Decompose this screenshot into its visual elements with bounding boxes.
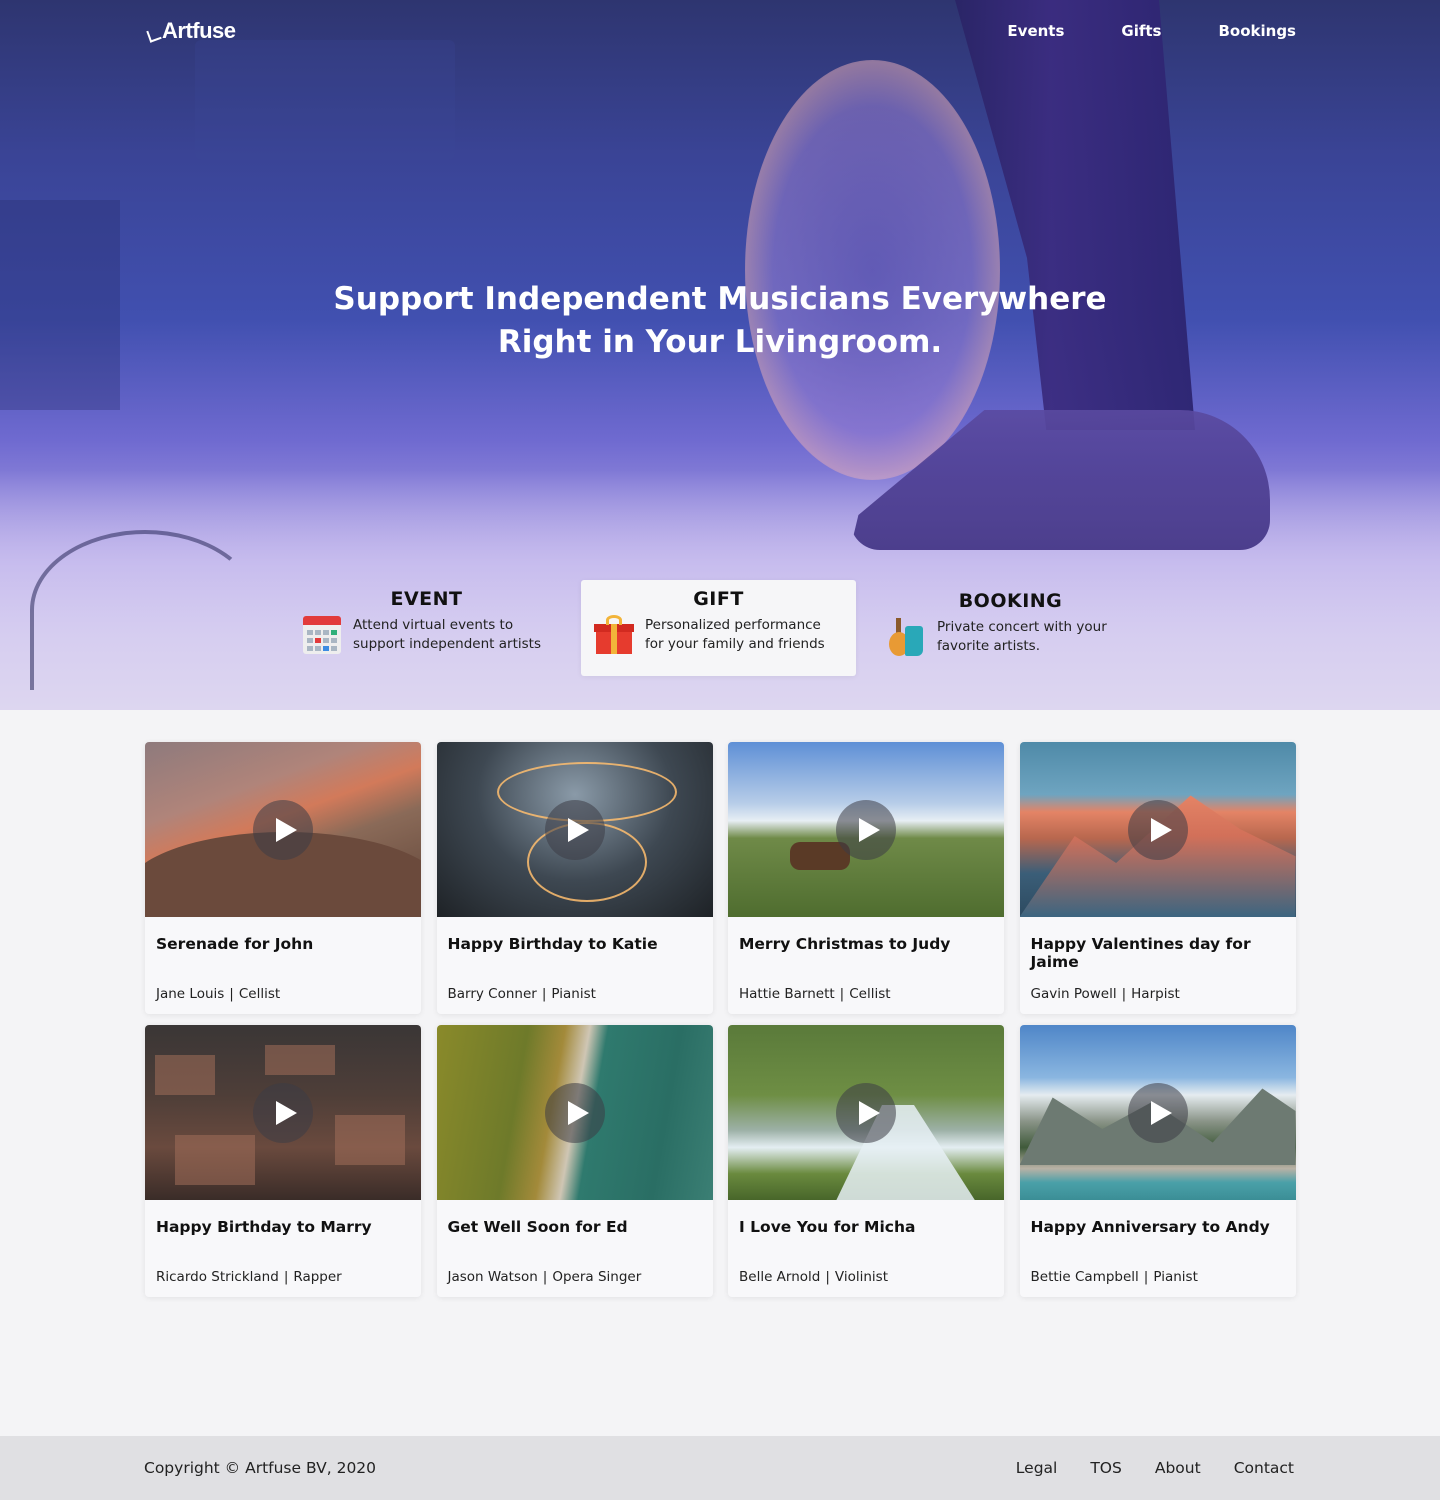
video-card[interactable]: Happy Valentines day for Jaime Gavin Pow…	[1019, 742, 1296, 1014]
footer-about-link[interactable]: About	[1155, 1459, 1201, 1477]
feature-event[interactable]: EVENT Attend virtual events to support i…	[289, 580, 564, 676]
artfuse-logo[interactable]: Artfuse	[146, 18, 236, 44]
card-title: Happy Valentines day for Jaime	[1030, 935, 1251, 971]
video-thumbnail[interactable]	[728, 742, 1004, 917]
video-thumbnail[interactable]	[436, 742, 713, 917]
play-icon[interactable]	[544, 1082, 605, 1143]
calendar-icon	[303, 616, 341, 654]
card-artist: Ricardo Strickland | Rapper	[156, 1269, 342, 1285]
play-icon[interactable]	[1127, 1082, 1188, 1143]
card-title: I Love You for Micha	[739, 1218, 916, 1236]
card-artist: Gavin Powell | Harpist	[1030, 986, 1180, 1002]
guitar-icon	[887, 618, 925, 656]
hero-banner: Artfuse Events Gifts Bookings Support In…	[0, 0, 1440, 710]
feature-description: Private concert with your favorite artis…	[937, 619, 1107, 654]
play-icon[interactable]	[836, 1082, 896, 1143]
play-icon[interactable]	[544, 799, 605, 860]
hero-cable-shape	[30, 530, 260, 690]
video-thumbnail[interactable]	[145, 1025, 421, 1200]
logo-mark-icon	[146, 27, 162, 43]
logo-text: Artfuse	[162, 18, 236, 43]
video-card[interactable]: Serenade for John Jane Louis | Cellist	[145, 742, 421, 1014]
card-title: Merry Christmas to Judy	[739, 935, 951, 953]
card-artist: Belle Arnold | Violinist	[739, 1269, 889, 1285]
hero-title-line1: Support Independent Musicians Everywhere	[333, 281, 1107, 317]
hero-title: Support Independent Musicians Everywhere…	[0, 278, 1440, 364]
hero-title-line2: Right in Your Livingroom.	[497, 324, 943, 360]
hero-amp-shape	[195, 40, 455, 160]
footer-contact-link[interactable]: Contact	[1234, 1459, 1294, 1477]
feature-booking[interactable]: BOOKING Private concert with your favori…	[873, 582, 1148, 678]
card-artist: Bettie Campbell | Pianist	[1030, 1269, 1198, 1285]
feature-title: EVENT	[390, 588, 463, 610]
footer-legal-link[interactable]: Legal	[1016, 1459, 1058, 1477]
card-title: Happy Birthday to Marry	[156, 1218, 372, 1236]
play-icon[interactable]	[253, 799, 313, 860]
video-card[interactable]: I Love You for Micha Belle Arnold | Violin…	[728, 1025, 1004, 1297]
footer: Copyright © Artfuse BV, 2020 Legal TOS A…	[0, 1436, 1440, 1500]
video-thumbnail[interactable]	[1019, 1025, 1296, 1200]
card-title: Happy Anniversary to Andy	[1030, 1218, 1270, 1236]
video-thumbnail[interactable]	[145, 742, 421, 917]
nav-gifts-link[interactable]: Gifts	[1121, 22, 1161, 40]
footer-tos-link[interactable]: TOS	[1090, 1459, 1122, 1477]
footer-links: Legal TOS About Contact	[1016, 1459, 1294, 1477]
main-nav: Events Gifts Bookings	[1007, 22, 1296, 40]
card-title: Get Well Soon for Ed	[447, 1218, 628, 1236]
play-icon[interactable]	[253, 1082, 313, 1143]
gift-icon	[594, 615, 634, 654]
card-title: Happy Birthday to Katie	[447, 935, 658, 953]
video-card[interactable]: Happy Birthday to Katie Barry Conner | Pia…	[436, 742, 713, 1014]
card-artist: Barry Conner | Pianist	[447, 986, 596, 1002]
video-card[interactable]: Happy Anniversary to Andy Bettie Campbel…	[1019, 1025, 1296, 1297]
card-artist: Jane Louis | Cellist	[156, 986, 281, 1002]
video-card-grid: Serenade for John Jane Louis | Cellist Hap…	[145, 742, 1296, 1297]
video-thumbnail[interactable]	[1019, 742, 1296, 917]
card-artist: Jason Watson | Opera Singer	[447, 1269, 642, 1285]
video-card[interactable]: Get Well Soon for Ed Jason Watson | Opera …	[436, 1025, 713, 1297]
nav-bookings-link[interactable]: Bookings	[1218, 22, 1296, 40]
feature-gift[interactable]: GIFT Personalized performance for your f…	[581, 580, 856, 676]
feature-title: GIFT	[693, 588, 744, 610]
hero-drum-shape	[745, 60, 1000, 480]
feature-title: BOOKING	[958, 590, 1063, 612]
video-thumbnail[interactable]	[436, 1025, 713, 1200]
nav-events-link[interactable]: Events	[1007, 22, 1064, 40]
play-icon[interactable]	[1127, 799, 1188, 860]
footer-copyright: Copyright © Artfuse BV, 2020	[144, 1459, 377, 1477]
video-thumbnail[interactable]	[728, 1025, 1004, 1200]
card-artist: Hattie Barnett | Cellist	[739, 986, 891, 1002]
card-title: Serenade for John	[156, 935, 314, 953]
feature-description: Attend virtual events to support indepen…	[353, 617, 541, 652]
video-card[interactable]: Merry Christmas to Judy Hattie Barnett | C…	[728, 742, 1004, 1014]
video-card[interactable]: Happy Birthday to Marry Ricardo Strickla…	[145, 1025, 421, 1297]
play-icon[interactable]	[836, 799, 896, 860]
feature-description: Personalized performance for your family…	[645, 617, 825, 652]
